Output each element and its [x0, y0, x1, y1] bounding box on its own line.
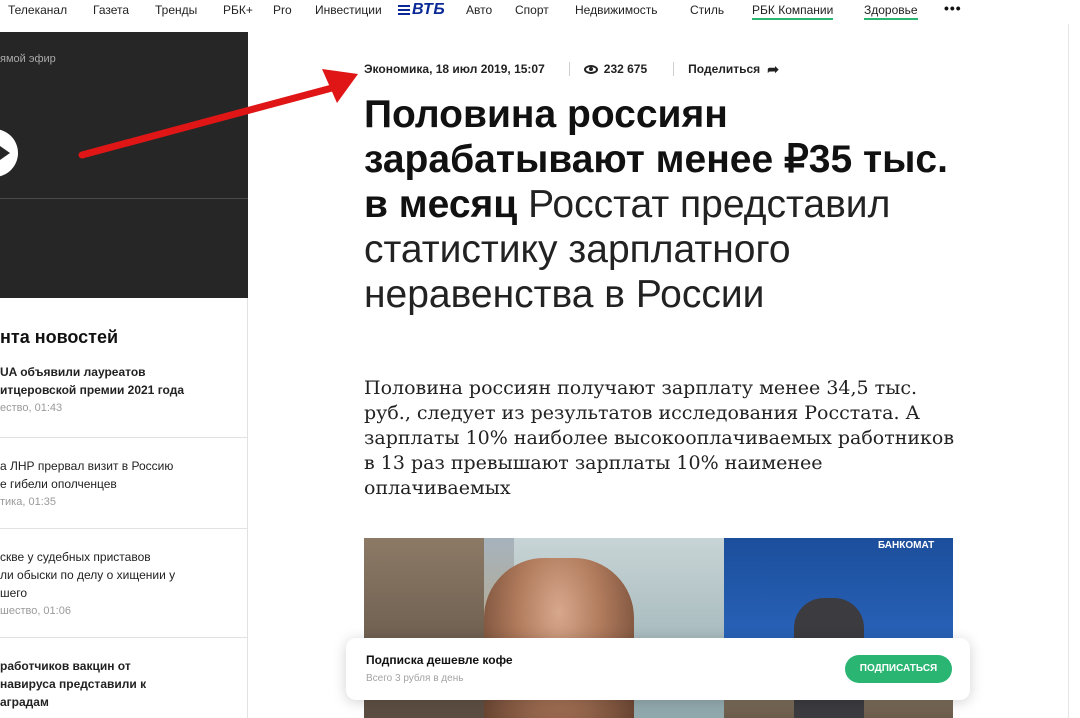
news-feed-divider [0, 437, 248, 438]
nav-item-stil[interactable]: Стиль [690, 3, 724, 17]
share-arrow-icon: ➦ [767, 60, 779, 77]
nav-item-gazeta[interactable]: Газета [93, 3, 129, 17]
news-feed-item[interactable]: работчиков вакцин от навируса представил… [0, 657, 248, 711]
article-headline: Половина россиян зарабатывают менее ₽35 … [364, 92, 964, 317]
live-broadcast-label: ямой эфир [0, 53, 56, 65]
subscribe-banner: Подписка дешевле кофе Всего 3 рубля в де… [346, 638, 970, 700]
news-feed-item-text: скве у судебных приставов ли обыски по д… [0, 550, 176, 600]
vtb-logo[interactable]: ВТБ [398, 0, 445, 20]
photo-kiosk-label: БАНКОМАТ [878, 540, 935, 551]
nav-item-telekanal[interactable]: Телеканал [8, 3, 67, 17]
article-meta: Экономика, 18 июл 2019, 15:07 232 675 По… [364, 61, 779, 77]
news-feed-item-text: работчиков вакцин от навируса представил… [0, 659, 147, 709]
live-broadcast-player[interactable]: ямой эфир [0, 32, 248, 298]
news-feed-divider [0, 528, 248, 529]
vtb-logo-icon [398, 5, 410, 15]
subscribe-title: Подписка дешевле кофе [366, 653, 513, 667]
news-feed-item-meta: шество, 01:06 [0, 605, 71, 617]
subscribe-note: Всего 3 рубля в день [366, 673, 464, 684]
arrow-head-icon [322, 69, 358, 103]
nav-item-trendy[interactable]: Тренды [155, 3, 197, 17]
meta-divider [568, 62, 570, 76]
top-navigation: Телеканал Газета Тренды РБК+ Pro Инвести… [0, 0, 1080, 24]
nav-item-zdorovie[interactable]: Здоровье [864, 3, 918, 20]
player-divider [0, 198, 248, 199]
news-feed-item[interactable]: UA объявили лауреатов итцеровской премии… [0, 363, 248, 414]
right-column-divider [1068, 24, 1069, 718]
nav-item-nedvizhimost[interactable]: Недвижимость [575, 3, 658, 17]
more-dots-icon[interactable]: ••• [944, 0, 962, 16]
play-icon[interactable] [0, 129, 18, 177]
news-feed-item-text: UA объявили лауреатов итцеровской премии… [0, 365, 184, 397]
eye-icon [583, 64, 598, 74]
meta-divider [673, 62, 675, 76]
nav-item-sport[interactable]: Спорт [515, 3, 549, 17]
nav-item-rbk-plus[interactable]: РБК+ [223, 3, 253, 17]
share-button[interactable]: Поделиться ➦ [688, 61, 779, 78]
article-lead: Половина россиян получают зарплату менее… [364, 377, 955, 499]
news-feed-item-text: а ЛНР прервал визит в Россию е гибели оп… [0, 459, 174, 491]
nav-item-pro[interactable]: Pro [273, 3, 292, 17]
nav-item-rbk-kompanii[interactable]: РБК Компании [752, 3, 834, 20]
news-feed-divider [0, 637, 248, 638]
article-views-count: 232 675 [603, 62, 648, 76]
news-feed-item-meta: тика, 01:35 [0, 496, 56, 508]
news-feed-title: нта новостей [0, 327, 119, 347]
nav-item-investicii[interactable]: Инвестиции [315, 3, 382, 17]
share-label: Поделиться [688, 62, 761, 76]
article-rubric-date[interactable]: Экономика, 18 июл 2019, 15:07 [364, 62, 545, 76]
left-sidebar: ямой эфир нта новостей UA объявили лауре… [0, 32, 248, 718]
news-feed-item[interactable]: скве у судебных приставов ли обыски по д… [0, 548, 248, 617]
news-feed-item[interactable]: а ЛНР прервал визит в Россию е гибели оп… [0, 457, 248, 508]
subscribe-button[interactable]: ПОДПИСАТЬСЯ [845, 655, 952, 683]
nav-item-avto[interactable]: Авто [466, 3, 492, 17]
vtb-logo-text: ВТБ [412, 1, 446, 18]
news-feed-item-meta: ество, 01:43 [0, 402, 63, 414]
